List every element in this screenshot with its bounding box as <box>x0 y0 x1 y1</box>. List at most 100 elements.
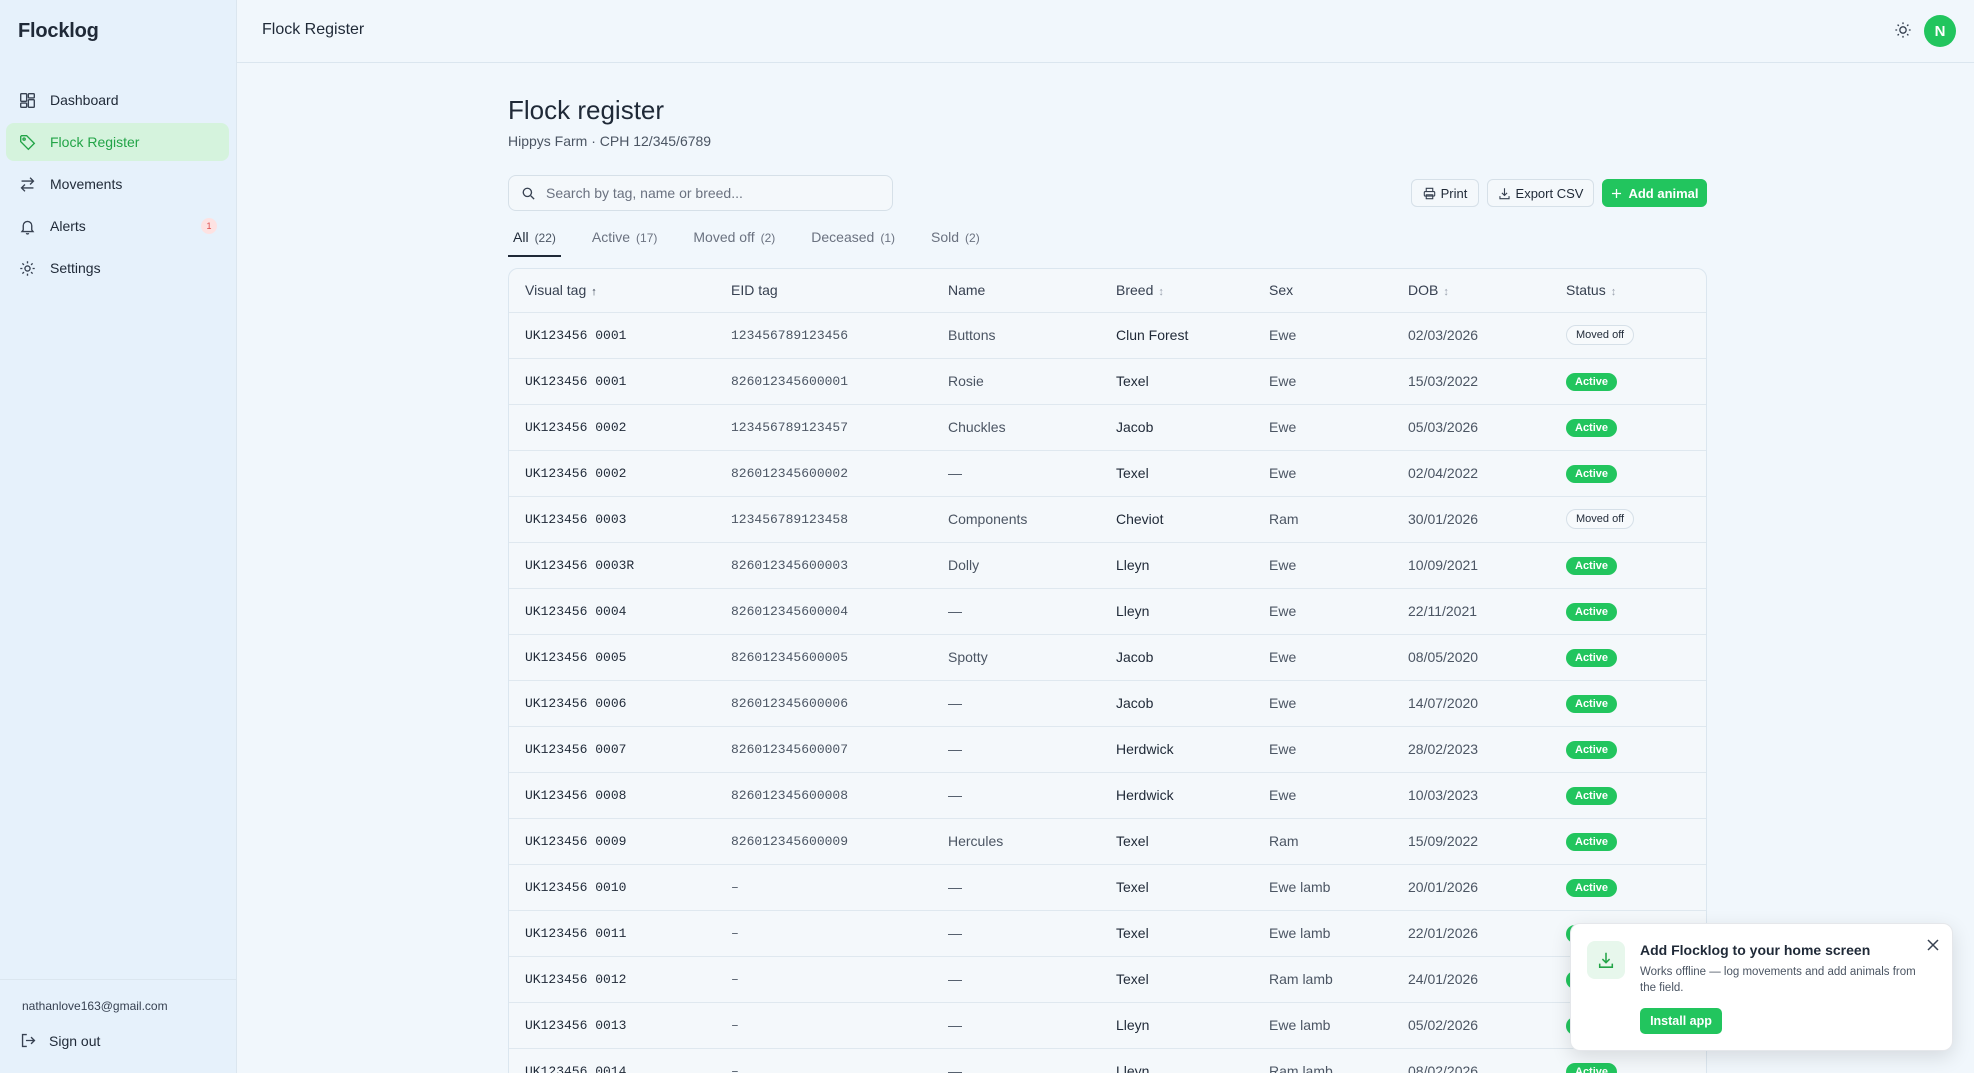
name-cell: — <box>932 725 1100 772</box>
dob-cell: 10/09/2021 <box>1392 541 1550 588</box>
table-row[interactable]: UK123456 0002 826012345600002— Texel Ewe 02/… <box>509 449 1706 496</box>
sidebar-nav: Dashboard Flock Register Movements Alert… <box>6 81 229 291</box>
tab-label: All <box>513 229 529 245</box>
plus-icon <box>1612 188 1622 198</box>
column-header-status[interactable]: Status ↕ <box>1550 269 1706 312</box>
name-cell: — <box>932 587 1100 634</box>
dob-cell: 08/02/2026 <box>1392 1047 1550 1073</box>
visual-tag-cell: UK123456 0002 <box>509 449 715 496</box>
name-cell: Dolly <box>932 541 1100 588</box>
breed-cell: Lleyn <box>1100 1001 1253 1048</box>
table-row[interactable]: UK123456 0004 826012345600004— Lleyn Ewe 22/… <box>509 587 1706 634</box>
table-row[interactable]: UK123456 0014– — Lleyn Ram lamb 08/02/2026 Ac… <box>509 1047 1706 1073</box>
visual-tag-cell: UK123456 0007 <box>509 725 715 772</box>
table-row[interactable]: UK123456 0006 826012345600006— Jacob Ewe 14/… <box>509 679 1706 726</box>
search-input[interactable] <box>546 185 866 201</box>
column-label: DOB <box>1408 282 1439 299</box>
sex-cell: Ewe <box>1253 633 1392 680</box>
status-badge: Active <box>1566 786 1618 805</box>
print-label: Print <box>1440 185 1468 201</box>
column-header-sex: Sex <box>1253 269 1392 312</box>
dashboard-icon <box>18 91 36 109</box>
visual-tag-cell: UK123456 0003 <box>509 495 715 542</box>
sidebar-item-label: Movements <box>50 176 123 192</box>
eid-tag-cell: 826012345600003 <box>715 541 932 588</box>
sign-out-button[interactable]: Sign out <box>20 1032 100 1049</box>
sex-cell: Ram <box>1253 817 1392 864</box>
status-badge: Active <box>1566 372 1618 391</box>
sidebar-item-settings[interactable]: Settings <box>6 249 229 287</box>
sidebar: Flocklog Dashboard Flock Register Moveme… <box>0 0 237 1073</box>
tab-count: (22) <box>534 231 556 245</box>
sex-cell: Ewe <box>1253 771 1392 818</box>
column-header-breed[interactable]: Breed ↕ <box>1100 269 1253 312</box>
name-cell: — <box>932 955 1100 1002</box>
eid-tag-cell: – <box>715 909 932 956</box>
toast-title: Add Flocklog to your home screen <box>1640 942 1871 958</box>
sex-cell: Ram lamb <box>1253 955 1392 1002</box>
breed-cell: Lleyn <box>1100 587 1253 634</box>
table-row[interactable]: UK123456 0013–—LleynEwe lamb05/02/2026Ac… <box>509 1001 1706 1048</box>
sidebar-item-alerts[interactable]: Alerts 1 <box>6 207 229 245</box>
dob-cell: 02/03/2026 <box>1392 311 1550 358</box>
table-row[interactable]: UK123456 0007 826012345600007— Herdwick Ewe… <box>509 725 1706 772</box>
sidebar-item-dashboard[interactable]: Dashboard <box>6 81 229 119</box>
sun-icon[interactable] <box>1894 21 1912 39</box>
name-cell: — <box>932 1001 1100 1048</box>
table-row[interactable]: UK123456 0005 826012345600005 Spotty Jacob E… <box>509 633 1706 680</box>
table-row[interactable]: UK123456 0001 826012345600001 Rosie Texel Ew… <box>509 357 1706 404</box>
status-cell: Active <box>1550 633 1706 680</box>
tab-sold[interactable]: Sold (2) <box>926 229 985 257</box>
add-animal-button[interactable]: Add animal <box>1602 179 1707 207</box>
eid-tag-cell: 826012345600009 <box>715 817 932 864</box>
dob-cell: 05/03/2026 <box>1392 403 1550 450</box>
tab-moved-off[interactable]: Moved off (2) <box>688 229 780 257</box>
table-row[interactable]: UK123456 0010– — Texel Ewe lamb 20/01/2026 Ac… <box>509 863 1706 910</box>
gear-icon <box>18 259 36 277</box>
tab-deceased[interactable]: Deceased (1) <box>806 229 900 257</box>
download-icon <box>1498 187 1510 199</box>
column-header-dob[interactable]: DOB ↕ <box>1392 269 1550 312</box>
status-badge: Moved off <box>1566 325 1635 345</box>
sidebar-item-label: Flock Register <box>50 134 140 150</box>
eid-tag-cell: – <box>715 1047 932 1073</box>
column-label: Breed <box>1116 282 1154 299</box>
print-button[interactable]: Print <box>1411 179 1479 207</box>
topbar-title: Flock Register <box>262 21 365 38</box>
table-row[interactable]: UK123456 0003R 826012345600003 Dolly Lleyn E… <box>509 541 1706 588</box>
breed-cell: Lleyn <box>1100 1047 1253 1073</box>
table-row[interactable]: UK123456 0008 826012345600008— Herdwick Ewe… <box>509 771 1706 818</box>
flock-table: Visual tag ↑ EID tag Name Breed ↕ Sex DOB ↕… <box>508 268 1707 1073</box>
avatar[interactable]: N <box>1924 15 1956 47</box>
status-cell: Moved off <box>1550 495 1706 542</box>
table-row[interactable]: UK123456 0011–—TexelEwe lamb22/01/2026Ac… <box>509 909 1706 956</box>
sex-cell: Ewe <box>1253 357 1392 404</box>
install-app-button[interactable]: Install app <box>1640 1008 1722 1034</box>
sort-icon: ↕ <box>1443 286 1449 299</box>
column-header-visual-tag[interactable]: Visual tag ↑ <box>509 269 715 312</box>
table-row[interactable]: UK123456 0002 123456789123457 Chuckles Jaco… <box>509 403 1706 450</box>
sidebar-item-label: Settings <box>50 260 101 276</box>
dob-cell: 20/01/2026 <box>1392 863 1550 910</box>
table-row[interactable]: UK123456 0012–—TexelRam lamb24/01/2026Ac… <box>509 955 1706 1002</box>
table-row[interactable]: UK123456 0001 123456789123456 Buttons Clun … <box>509 311 1706 358</box>
name-cell: Components <box>932 495 1100 542</box>
eid-tag-cell: – <box>715 863 932 910</box>
sidebar-item-movements[interactable]: Movements <box>6 165 229 203</box>
breed-cell: Cheviot <box>1100 495 1253 542</box>
eid-tag-cell: 826012345600004 <box>715 587 932 634</box>
table-row[interactable]: UK123456 0009 826012345600009 Hercules Texe… <box>509 817 1706 864</box>
arrows-icon <box>18 175 36 193</box>
tab-all[interactable]: All (22) <box>508 229 561 257</box>
sex-cell: Ewe <box>1253 541 1392 588</box>
dob-cell: 15/03/2022 <box>1392 357 1550 404</box>
sidebar-item-flock-register[interactable]: Flock Register <box>6 123 229 161</box>
tab-active[interactable]: Active (17) <box>587 229 662 257</box>
name-cell: Buttons <box>932 311 1100 358</box>
table-row[interactable]: UK123456 0003 123456789123458 Components Ch… <box>509 495 1706 542</box>
bell-icon <box>18 217 36 235</box>
user-email: nathanlove163@gmail.com <box>22 999 168 1013</box>
close-icon[interactable] <box>1926 938 1940 952</box>
export-csv-button[interactable]: Export CSV <box>1487 179 1594 207</box>
sort-icon: ↕ <box>1610 286 1617 299</box>
